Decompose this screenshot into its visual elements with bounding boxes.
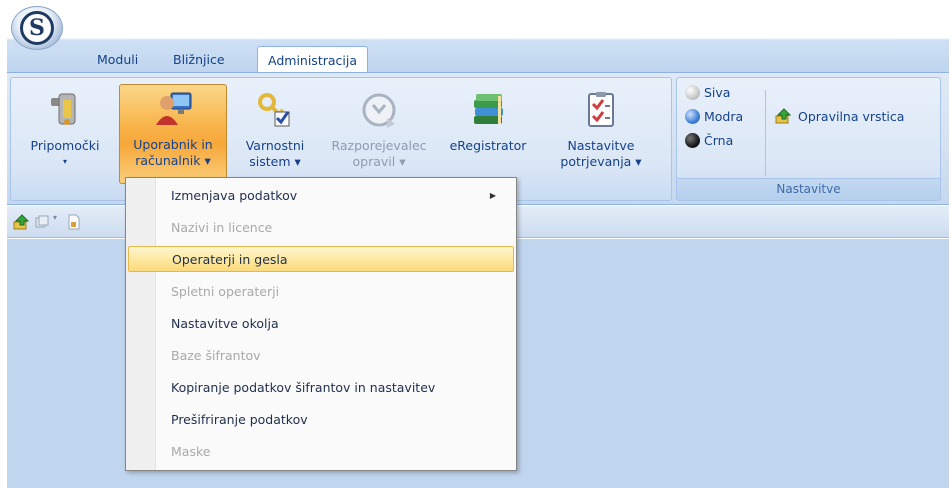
checklist-icon bbox=[588, 92, 614, 127]
uporabnik-label-line2: računalnik ▾ bbox=[135, 153, 211, 168]
uporabnik-in-racunalnik-button[interactable]: Uporabnik in računalnik ▾ bbox=[119, 84, 227, 184]
application-window: S Moduli Bližnjice Administracija Pripom… bbox=[7, 0, 949, 488]
tab-administracija[interactable]: Administracija bbox=[257, 46, 369, 73]
qat-up-icon[interactable] bbox=[13, 214, 31, 230]
uporabnik-label-line1: Uporabnik in bbox=[133, 137, 213, 152]
books-icon bbox=[474, 94, 503, 124]
varnostni-label-line1: Varnostni bbox=[245, 138, 305, 153]
tab-moduli[interactable]: Moduli bbox=[87, 46, 148, 73]
pripomocki-label: Pripomočki bbox=[30, 138, 100, 153]
title-strip: S Moduli Bližnjice Administracija bbox=[7, 0, 949, 73]
toolbar-up-icon bbox=[775, 108, 792, 124]
qat-windows-icon[interactable] bbox=[35, 215, 49, 229]
menu-item-label: Baze šifrantov bbox=[171, 348, 261, 363]
opravilna-vrstica-label: Opravilna vrstica bbox=[798, 109, 905, 124]
uporabnik-dropdown-menu: Izmenjava podatkov ▶ Nazivi in licence O… bbox=[125, 177, 517, 471]
menu-item-label: Maske bbox=[171, 444, 211, 459]
tools-icon bbox=[51, 93, 76, 125]
theme-crna-label: Črna bbox=[704, 133, 734, 148]
application-menu-button[interactable]: S bbox=[11, 6, 63, 50]
submenu-arrow-icon: ▶ bbox=[489, 191, 496, 200]
razporejevalec-opravil-button[interactable]: Razporejevalec opravil ▾ bbox=[325, 86, 433, 182]
menu-item-kopiranje-podatkov[interactable]: Kopiranje podatkov šifrantov in nastavit… bbox=[128, 375, 514, 401]
group-separator bbox=[765, 90, 766, 176]
eregistrator-button[interactable]: eRegistrator bbox=[443, 86, 533, 182]
theme-siva-label: Siva bbox=[704, 85, 731, 100]
black-orb-icon bbox=[685, 133, 700, 148]
menu-item-baze-sifrantov[interactable]: Baze šifrantov bbox=[128, 343, 514, 369]
user-computer-icon bbox=[156, 92, 192, 125]
nastavitve-group-label: Nastavitve bbox=[677, 178, 940, 200]
menu-item-presifriranje-podatkov[interactable]: Prešifriranje podatkov bbox=[128, 407, 514, 433]
menu-item-spletni-operaterji[interactable]: Spletni operaterji bbox=[128, 279, 514, 305]
menu-item-label: Izmenjava podatkov bbox=[171, 188, 298, 203]
opravilna-vrstica-button[interactable]: Opravilna vrstica bbox=[775, 106, 904, 128]
razporejevalec-label-line1: Razporejevalec bbox=[331, 138, 427, 153]
varnostni-sistem-button[interactable]: Varnostni sistem ▾ bbox=[235, 86, 315, 182]
menu-item-operaterji-in-gesla[interactable]: Operaterji in gesla bbox=[128, 246, 514, 272]
scheduler-icon bbox=[362, 93, 396, 128]
pripomocki-button[interactable]: Pripomočki ▾ bbox=[19, 86, 111, 182]
theme-modra-button[interactable]: Modra bbox=[685, 106, 743, 128]
menu-item-label: Prešifriranje podatkov bbox=[171, 412, 308, 427]
nastavitve-potrjevanja-button[interactable]: Nastavitve potrjevanja ▾ bbox=[551, 86, 651, 182]
varnostni-label-line2: sistem ▾ bbox=[249, 154, 301, 169]
menu-item-nastavitve-okolja[interactable]: Nastavitve okolja bbox=[128, 311, 514, 337]
pripomocki-caret: ▾ bbox=[62, 157, 67, 166]
security-key-icon bbox=[258, 93, 290, 127]
menu-item-izmenjava-podatkov[interactable]: Izmenjava podatkov ▶ bbox=[128, 183, 514, 209]
menu-item-maske[interactable]: Maske bbox=[128, 439, 514, 465]
theme-siva-button[interactable]: Siva bbox=[685, 82, 730, 104]
menu-item-label: Kopiranje podatkov šifrantov in nastavit… bbox=[171, 380, 436, 395]
tab-bliznjice[interactable]: Bližnjice bbox=[163, 46, 235, 73]
potrjevanja-label-line1: Nastavitve bbox=[567, 138, 635, 153]
theme-crna-button[interactable]: Črna bbox=[685, 130, 733, 152]
gray-orb-icon bbox=[685, 85, 700, 100]
eregistrator-label: eRegistrator bbox=[449, 138, 527, 153]
qat-document-icon[interactable] bbox=[67, 214, 81, 230]
menu-item-label: Nazivi in licence bbox=[171, 220, 273, 235]
qat-dropdown-icon[interactable]: ▾ bbox=[53, 213, 57, 222]
menu-item-label: Nastavitve okolja bbox=[171, 316, 279, 331]
potrjevanja-label-line2: potrjevanja ▾ bbox=[560, 154, 642, 169]
menu-item-label: Operaterji in gesla bbox=[172, 252, 288, 267]
menu-item-label: Spletni operaterji bbox=[171, 284, 280, 299]
razporejevalec-label-line2: opravil ▾ bbox=[352, 154, 406, 169]
theme-modra-label: Modra bbox=[704, 109, 744, 124]
app-logo-icon: S bbox=[20, 11, 54, 45]
menu-item-nazivi-in-licence[interactable]: Nazivi in licence bbox=[128, 215, 514, 241]
blue-orb-icon bbox=[685, 109, 700, 124]
ribbon-group-nastavitve: Siva Modra Črna Opravilna vrstica Nastav… bbox=[676, 77, 941, 201]
